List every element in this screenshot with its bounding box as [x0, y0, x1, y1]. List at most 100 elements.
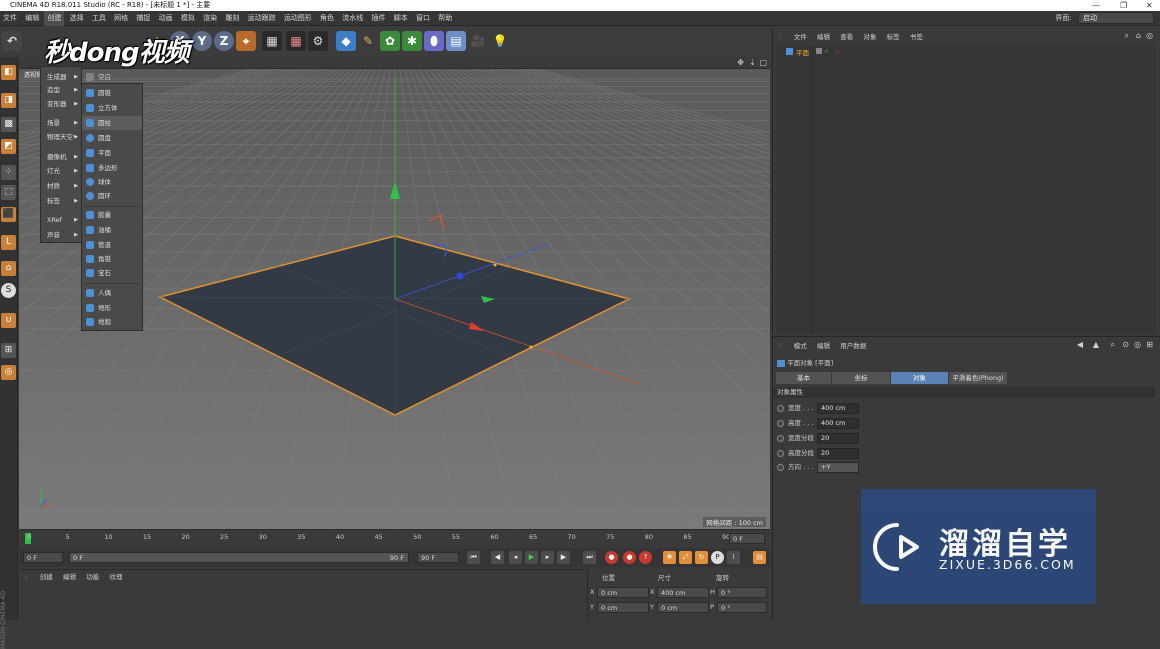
create-menu-material[interactable]: 材质 ▶	[41, 180, 81, 192]
next-key-icon[interactable]: ▶	[557, 551, 570, 564]
close-icon[interactable]: ✕	[1146, 0, 1153, 11]
submenu-item-tube[interactable]: 管道	[82, 238, 142, 252]
settings-icon[interactable]: ◎	[1146, 31, 1153, 40]
animate-radio[interactable]	[777, 405, 784, 412]
position-x-field[interactable]: 0 cm	[597, 587, 649, 598]
restore-icon[interactable]: ❐	[1120, 0, 1127, 11]
animate-radio[interactable]	[777, 464, 784, 471]
submenu-item-polygon[interactable]: 多边形	[82, 161, 142, 175]
timeline-ruler[interactable]: 0 5 10 15 20 25 30 35 40 45 50 55 60 65 70 75 80 85 90 0 F	[19, 529, 770, 547]
create-menu-xref[interactable]: XRef ▶	[41, 214, 81, 226]
search-icon[interactable]: ⌕	[1125, 31, 1129, 41]
coordinate-system-icon[interactable]: ⌖	[236, 31, 256, 51]
submenu-item-pyramid[interactable]: 角锥	[82, 252, 142, 266]
model-mode-icon[interactable]: ◨	[1, 93, 16, 108]
rotation-p-field[interactable]: 0 °	[717, 602, 767, 613]
cube-icon[interactable]: ◆	[336, 31, 356, 51]
submenu-item-null[interactable]: 空白	[82, 70, 142, 84]
create-menu-scene[interactable]: 场景 ▶	[41, 117, 81, 129]
up-arrow-icon[interactable]: ▲	[1093, 340, 1099, 349]
create-menu-sound[interactable]: 声音 ▶	[41, 229, 81, 241]
move-view-icon[interactable]: ✥	[737, 58, 744, 67]
keyframe-selection-icon[interactable]: ?	[639, 551, 652, 564]
tag-icon[interactable]: ⁘	[834, 48, 840, 56]
menu-character[interactable]: 角色	[317, 11, 337, 26]
render-settings-icon[interactable]: ⚙	[308, 31, 328, 51]
submenu-item-figure[interactable]: 人偶	[82, 286, 142, 300]
key-scale-icon[interactable]: ⤢	[679, 551, 692, 564]
menu-mograph[interactable]: 运动图形	[281, 11, 315, 26]
height-field[interactable]: 400 cm	[817, 418, 859, 429]
object-row[interactable]: 平面 ✓ ⁘	[776, 48, 1156, 58]
create-menu-light[interactable]: 灯光 ▶	[41, 165, 81, 177]
magnet-icon[interactable]: ∪	[1, 313, 16, 328]
create-menu-tag[interactable]: 标签 ▶	[41, 195, 81, 207]
edges-mode-icon[interactable]: ⬚	[1, 185, 16, 200]
menu-plugins[interactable]: 插件	[369, 11, 389, 26]
size-y-field[interactable]: 0 cm	[657, 602, 709, 613]
tweak-icon[interactable]: ⌂	[1, 261, 16, 276]
menu-render[interactable]: 渲染	[200, 11, 220, 26]
lock-y-icon[interactable]: Y	[192, 31, 212, 51]
undo-icon[interactable]: ↶	[2, 31, 22, 51]
maximize-view-icon[interactable]: ▢	[759, 58, 767, 67]
previous-key-icon[interactable]: ◀	[491, 551, 504, 564]
submenu-item-cone[interactable]: 圆锥	[82, 86, 142, 100]
rotation-h-field[interactable]: 0 °	[717, 587, 767, 598]
create-menu-modeling[interactable]: 造型 ▶	[41, 84, 81, 96]
camera-icon[interactable]: 🎥	[468, 31, 488, 51]
play-icon[interactable]: ▶	[525, 551, 538, 564]
menu-create[interactable]: 创建	[44, 11, 65, 26]
tab-basic[interactable]: 基本	[776, 372, 831, 384]
settings-icon[interactable]: ◎	[1134, 340, 1141, 349]
home-icon[interactable]: ⌂	[1136, 31, 1141, 40]
visibility-icon[interactable]	[816, 48, 822, 54]
axis-mode-icon[interactable]: L	[1, 235, 16, 250]
menu-animate[interactable]: 动画	[156, 11, 176, 26]
submenu-item-sphere[interactable]: 球体	[82, 175, 142, 189]
key-parameter-icon[interactable]: P	[711, 551, 724, 564]
create-menu-generators[interactable]: 生成器 ▶	[41, 71, 81, 83]
minimize-icon[interactable]: —	[1092, 0, 1100, 11]
width-segments-field[interactable]: 20	[817, 433, 859, 444]
menu-edit[interactable]: 编辑	[22, 11, 42, 26]
workplane-icon[interactable]: ◩	[1, 139, 16, 154]
key-position-icon[interactable]: ✥	[663, 551, 676, 564]
submenu-item-disc[interactable]: 圆盘	[82, 131, 142, 145]
planar-workplane-icon[interactable]: ◎	[1, 365, 16, 380]
submenu-item-platonic[interactable]: 宝石	[82, 266, 142, 280]
autokey-icon[interactable]: ●	[623, 551, 636, 564]
points-mode-icon[interactable]: ⁘	[1, 165, 16, 180]
menu-window[interactable]: 窗口	[413, 11, 433, 26]
menu-file[interactable]: 文件	[0, 11, 20, 26]
current-frame-field[interactable]: 0 F	[23, 552, 63, 563]
menu-motion-tracking[interactable]: 运动跟踪	[245, 11, 279, 26]
material-menu-texture[interactable]: 纹理	[105, 570, 126, 584]
go-to-start-icon[interactable]: ⏮	[467, 551, 480, 564]
menu-help[interactable]: 帮助	[435, 11, 455, 26]
timeline-window-icon[interactable]: ▤	[753, 551, 766, 564]
submenu-item-torus[interactable]: 圆环	[82, 189, 142, 203]
attr-menu-mode[interactable]: 模式	[790, 340, 811, 350]
objmgr-menu-objects[interactable]: 对象	[859, 31, 880, 43]
subdivision-icon[interactable]: ✿	[380, 31, 400, 51]
animate-radio[interactable]	[777, 420, 784, 427]
light-icon[interactable]: 💡	[490, 31, 510, 51]
snap-icon[interactable]: S	[1, 283, 16, 298]
menu-mesh[interactable]: 网格	[111, 11, 131, 26]
floor-icon[interactable]: ▤	[446, 31, 466, 51]
submenu-item-oiltank[interactable]: 油桶	[82, 223, 142, 237]
add-panel-icon[interactable]: ⊞	[1146, 340, 1153, 349]
width-field[interactable]: 400 cm	[817, 403, 859, 414]
submenu-item-cylinder[interactable]: 圆柱	[82, 116, 142, 130]
key-rotation-icon[interactable]: ↻	[695, 551, 708, 564]
orientation-select[interactable]: +Y	[817, 462, 859, 473]
menu-pipeline[interactable]: 流水线	[339, 11, 366, 26]
submenu-item-cube[interactable]: 立方体	[82, 101, 142, 115]
previous-frame-icon[interactable]: ◂	[509, 551, 522, 564]
plane-point-handle[interactable]	[493, 263, 497, 267]
submenu-item-plane[interactable]: 平面	[82, 146, 142, 160]
array-icon[interactable]: ✱	[402, 31, 422, 51]
deformer-icon[interactable]: ⬮	[424, 31, 444, 51]
zoom-view-icon[interactable]: ⇣	[749, 58, 756, 67]
